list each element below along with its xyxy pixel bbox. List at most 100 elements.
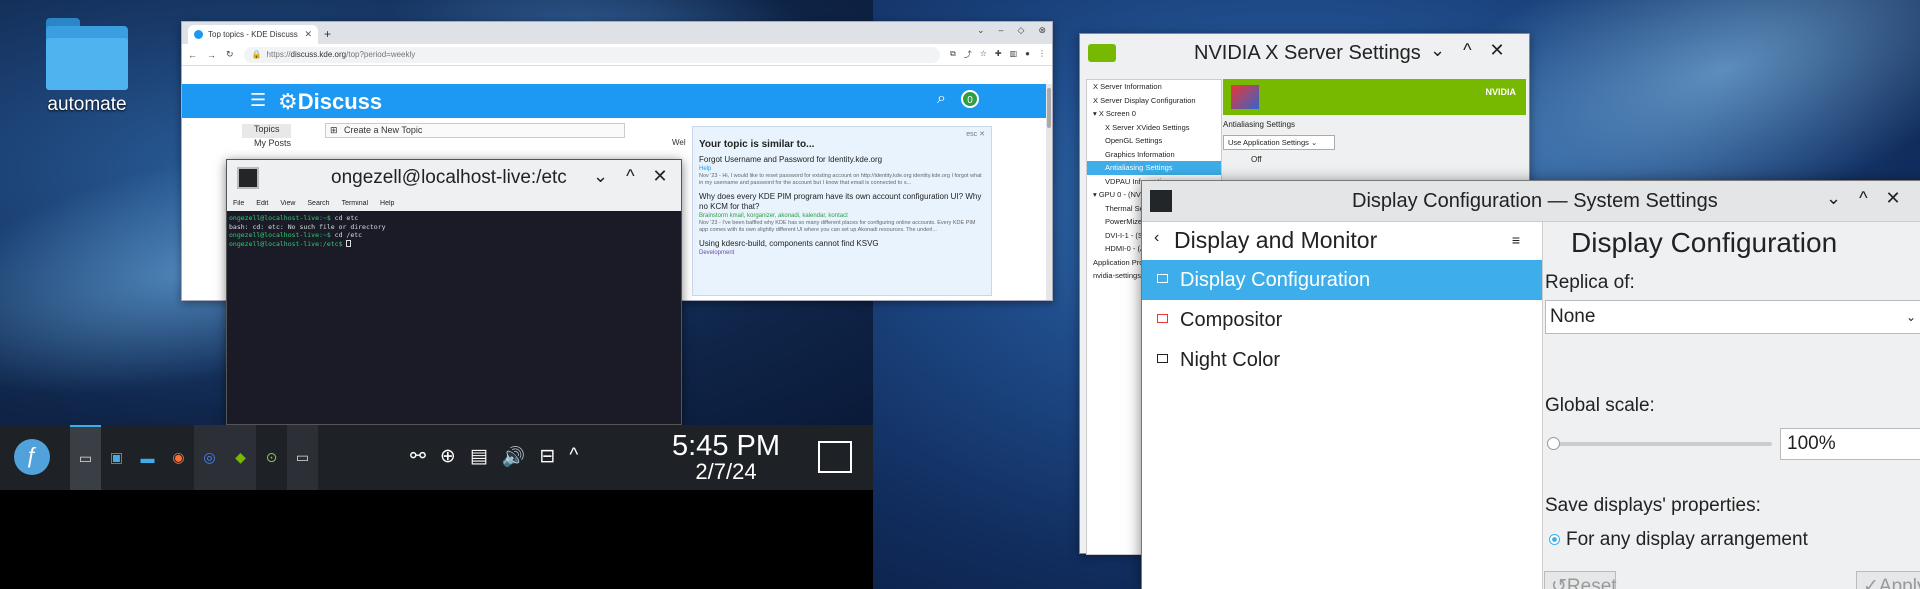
taskbar-nvidia[interactable]: ◆: [225, 425, 256, 490]
minimize-icon[interactable]: –: [999, 25, 1004, 36]
similar-topic-category: Development: [699, 250, 735, 256]
share-icon[interactable]: ⤴: [964, 49, 972, 60]
terminal-titlebar[interactable]: ongezell@localhost-live:/etc ⌄ ^ ✕: [227, 160, 681, 200]
antialiasing-select[interactable]: Use Application Settings ⌄: [1223, 135, 1335, 150]
reload-icon[interactable]: ↻: [226, 49, 234, 60]
task-manager: ▭ ▣ ▬ ◉ ◎ ◆ ⊙ ▭: [70, 425, 318, 490]
desktop-folder-automate[interactable]: automate: [36, 18, 138, 116]
show-desktop-button[interactable]: [818, 441, 852, 473]
maximize-icon[interactable]: ◇: [1018, 25, 1025, 36]
close-tab-icon[interactable]: ✕: [304, 29, 312, 40]
taskbar-files[interactable]: ▬: [132, 425, 163, 490]
new-tab-button[interactable]: +: [324, 25, 331, 44]
extensions-icon[interactable]: ✚: [995, 49, 1002, 60]
similar-topic-category: Help: [699, 166, 712, 172]
list-item[interactable]: Forgot Username and Password for Identit…: [699, 155, 985, 187]
nvidia-brand: NVIDIA: [1485, 87, 1516, 97]
back-icon[interactable]: ←: [188, 50, 197, 60]
nvidia-tree-item[interactable]: Antialiasing Settings: [1087, 161, 1221, 175]
sidebar-item-compositor[interactable]: Compositor: [1142, 300, 1542, 340]
cast-icon[interactable]: ⧉: [950, 49, 956, 60]
sidebar-section-title: Display and Monitor: [1174, 227, 1378, 253]
search-icon[interactable]: ⌕: [937, 90, 946, 108]
more-menu-icon[interactable]: ⋮: [1038, 49, 1046, 60]
sidebar-item-topics[interactable]: Topics: [242, 124, 292, 138]
menu-edit[interactable]: Edit: [256, 200, 268, 211]
taskbar-app[interactable]: ⊙: [256, 425, 287, 490]
taskbar-chrome[interactable]: ◎: [194, 425, 225, 490]
dismiss-similar-button[interactable]: esc ✕: [966, 130, 985, 138]
terminal-output[interactable]: ongezell@localhost-live:~$ cd etc bash: …: [227, 211, 683, 426]
antialiasing-panel: Antialiasing Settings Use Application Se…: [1223, 120, 1335, 164]
radio-any-arrangement[interactable]: [1549, 534, 1560, 545]
scale-spinbox[interactable]: 100%: [1780, 428, 1920, 460]
menu-help[interactable]: Help: [380, 200, 394, 211]
browser-tab[interactable]: Top topics - KDE Discuss ✕: [188, 25, 318, 44]
create-topic-title-input[interactable]: ⊞ Create a New Topic: [325, 123, 625, 138]
menu-terminal[interactable]: Terminal: [342, 200, 368, 211]
nvidia-tree-item[interactable]: X Server Display Configuration: [1087, 94, 1221, 108]
forward-icon[interactable]: →: [207, 50, 216, 60]
back-icon[interactable]: ‹: [1154, 229, 1159, 247]
page-scrollbar[interactable]: [1046, 84, 1052, 300]
nvidia-tree-item[interactable]: Graphics Information: [1087, 148, 1221, 162]
hamburger-icon[interactable]: ≡: [1512, 232, 1520, 248]
close-icon[interactable]: ✕: [1886, 188, 1901, 209]
close-icon[interactable]: ✕: [653, 166, 668, 187]
close-icon[interactable]: ✕: [1490, 40, 1505, 61]
display-icon[interactable]: ⊟: [539, 445, 555, 469]
chevron-up-icon[interactable]: ^: [569, 445, 578, 469]
volume-icon[interactable]: 🔊: [502, 445, 526, 469]
network-share-icon[interactable]: ⚯: [410, 445, 426, 469]
sidebar-item-night-color[interactable]: Night Color: [1142, 340, 1542, 380]
scale-slider[interactable]: [1547, 437, 1772, 450]
sidebar-item-posts[interactable]: My Posts: [242, 138, 291, 152]
nvidia-tree-item[interactable]: X Server Information: [1087, 80, 1221, 94]
taskbar-firefox[interactable]: ◉: [163, 425, 194, 490]
sidepanel-icon[interactable]: ▥: [1010, 49, 1018, 60]
system-settings-window: Display Configuration — System Settings …: [1141, 180, 1920, 589]
app-icon: ⊙: [265, 449, 278, 465]
chevron-down-icon[interactable]: ⌄: [1430, 40, 1445, 61]
chevron-down-icon[interactable]: ⌄: [1826, 188, 1841, 209]
close-icon[interactable]: ⊗: [1038, 25, 1046, 36]
scale-label: Global scale:: [1545, 395, 1655, 416]
list-item[interactable]: Using kdesrc-build, components cannot fi…: [699, 239, 985, 257]
sidebar-item-display-configuration[interactable]: Display Configuration: [1142, 260, 1542, 300]
app-launcher-button[interactable]: ƒ: [14, 439, 50, 475]
menu-search[interactable]: Search: [307, 200, 329, 211]
profile-icon[interactable]: ●: [1025, 49, 1030, 60]
replica-select[interactable]: None ⌄: [1545, 300, 1920, 334]
list-item[interactable]: Why does every KDE PIM program have its …: [699, 192, 985, 234]
maximize-icon[interactable]: ^: [626, 166, 634, 187]
updates-icon[interactable]: ⊕: [440, 445, 456, 469]
save-properties-label: Save displays' properties:: [1545, 495, 1761, 516]
menu-file[interactable]: File: [233, 200, 244, 211]
menu-view[interactable]: View: [280, 200, 295, 211]
slider-handle[interactable]: [1547, 437, 1560, 450]
system-tray: ⚯ ⊕ ▤ 🔊 ⊟ ^: [410, 445, 578, 469]
settings-titlebar[interactable]: Display Configuration — System Settings …: [1142, 181, 1920, 222]
clipboard-icon[interactable]: ▤: [470, 445, 488, 469]
taskbar-terminal[interactable]: ▭: [70, 425, 101, 490]
hamburger-icon[interactable]: ☰: [250, 90, 266, 111]
nvidia-tree-item[interactable]: OpenGL Settings: [1087, 134, 1221, 148]
digital-clock[interactable]: 5:45 PM 2/7/24: [672, 431, 780, 483]
tab-list-icon[interactable]: ⌄: [977, 25, 985, 36]
url-field[interactable]: 🔒 https://discuss.kde.org/top?period=wee…: [243, 46, 940, 63]
reset-button[interactable]: ↺Reset: [1544, 571, 1617, 589]
apply-button[interactable]: ✓Apply: [1856, 571, 1920, 589]
bookmark-star-icon[interactable]: ☆: [980, 49, 987, 60]
taskbar-system-settings[interactable]: ▭: [287, 425, 318, 490]
site-logo[interactable]: ⚙Discuss: [278, 89, 382, 115]
nvidia-tree-item[interactable]: X Server XVideo Settings: [1087, 121, 1221, 135]
nvidia-tree-item[interactable]: ▾ X Screen 0: [1087, 107, 1221, 121]
antialiasing-label: Antialiasing Settings: [1223, 120, 1296, 129]
maximize-icon[interactable]: ^: [1463, 40, 1471, 61]
nvidia-titlebar[interactable]: NVIDIA X Server Settings ⌄ ^ ✕: [1080, 34, 1529, 74]
avatar[interactable]: 0: [961, 90, 979, 108]
taskbar-discover[interactable]: ▣: [101, 425, 132, 490]
lock-icon: 🔒: [251, 50, 262, 59]
chevron-down-icon[interactable]: ⌄: [593, 166, 608, 187]
maximize-icon[interactable]: ^: [1859, 188, 1867, 209]
